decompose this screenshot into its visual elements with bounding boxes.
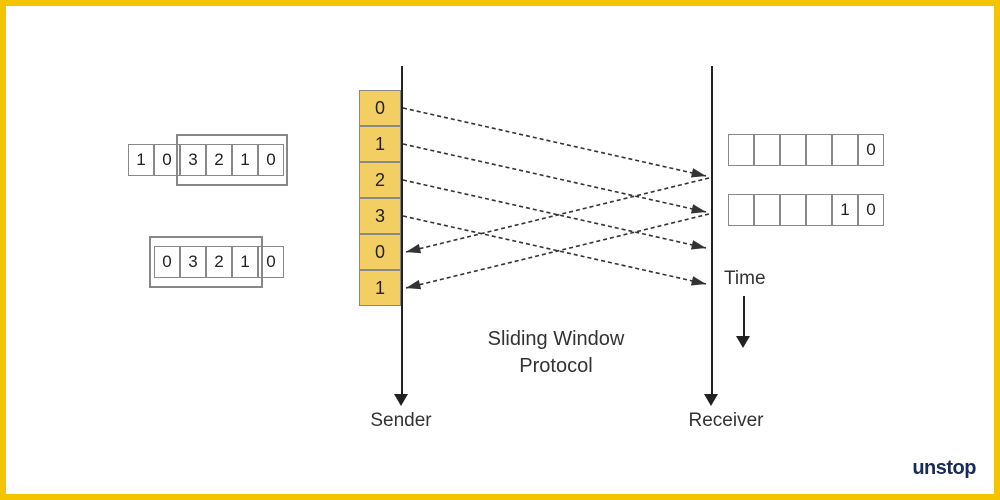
sender-frame-4: 0 (359, 234, 401, 270)
buf-cell: 1 (832, 194, 858, 226)
diagram-canvas: Sender Receiver 0 1 2 3 0 1 1 0 3 2 1 0 … (6, 6, 994, 494)
time-arrow-head (736, 336, 750, 348)
sender-frame-3: 3 (359, 198, 401, 234)
sender-axis (401, 66, 403, 396)
buf-cell (806, 134, 832, 166)
buf-cell (754, 134, 780, 166)
buf-cell (806, 194, 832, 226)
buf-cell (780, 134, 806, 166)
sender-frame-0: 0 (359, 90, 401, 126)
unstop-logo: unstop (907, 457, 976, 480)
sender-frame-1: 1 (359, 126, 401, 162)
sender-frame-5: 1 (359, 270, 401, 306)
sender-axis-arrow (394, 394, 408, 406)
buf-cell (754, 194, 780, 226)
time-arrow (743, 296, 745, 338)
left-buffer-top-window (176, 134, 288, 186)
sender-frame-2: 2 (359, 162, 401, 198)
title-line2: Protocol (519, 355, 592, 377)
buf-cell (728, 134, 754, 166)
title-line1: Sliding Window (488, 328, 625, 350)
buf-cell: 1 (128, 144, 154, 176)
diagram-title: Sliding Window Protocol (488, 326, 625, 380)
time-label: Time (724, 268, 766, 290)
receiver-axis (711, 66, 713, 396)
sender-axis-label: Sender (370, 410, 431, 432)
buf-cell (780, 194, 806, 226)
receiver-axis-label: Receiver (689, 410, 764, 432)
receiver-axis-arrow (704, 394, 718, 406)
left-buffer-bottom-window (149, 236, 263, 288)
right-buffer-bottom: 1 0 (728, 194, 884, 226)
buf-cell: 0 (858, 194, 884, 226)
logo-text: unstop (912, 457, 976, 479)
buf-cell (728, 194, 754, 226)
right-buffer-top: 0 (728, 134, 884, 166)
buf-cell: 0 (858, 134, 884, 166)
buf-cell (832, 134, 858, 166)
